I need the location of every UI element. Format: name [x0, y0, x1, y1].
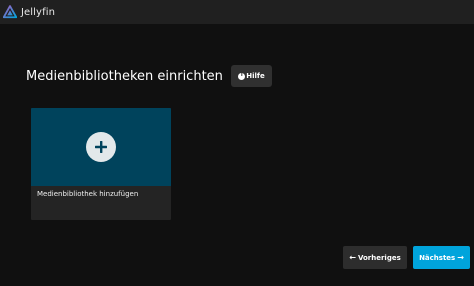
- page-title: Medienbibliotheken einrichten: [26, 68, 223, 84]
- add-library-card[interactable]: Medienbibliothek hinzufügen: [31, 108, 171, 220]
- add-library-card-image: [31, 108, 171, 186]
- page-heading-row: Medienbibliotheken einrichten: [26, 64, 223, 88]
- previous-button[interactable]: ← Vorheriges: [343, 246, 407, 269]
- info-icon: i: [238, 72, 246, 80]
- arrow-right-icon: →: [457, 252, 464, 262]
- top-bar: Jellyfin: [0, 0, 474, 24]
- help-button-label: Hilfe: [246, 72, 265, 80]
- jellyfin-logo-icon: [3, 5, 17, 19]
- next-button-label: Nächstes: [419, 253, 456, 262]
- previous-button-label: Vorheriges: [357, 253, 401, 262]
- add-library-label: Medienbibliothek hinzufügen: [37, 190, 139, 198]
- app-name: Jellyfin: [21, 6, 56, 18]
- app-logo[interactable]: Jellyfin: [3, 5, 55, 19]
- add-library-circle[interactable]: [86, 132, 116, 162]
- next-button[interactable]: Nächstes →: [413, 246, 470, 269]
- help-button[interactable]: i Hilfe: [231, 65, 272, 87]
- plus-icon: [95, 141, 107, 153]
- arrow-left-icon: ←: [349, 252, 356, 262]
